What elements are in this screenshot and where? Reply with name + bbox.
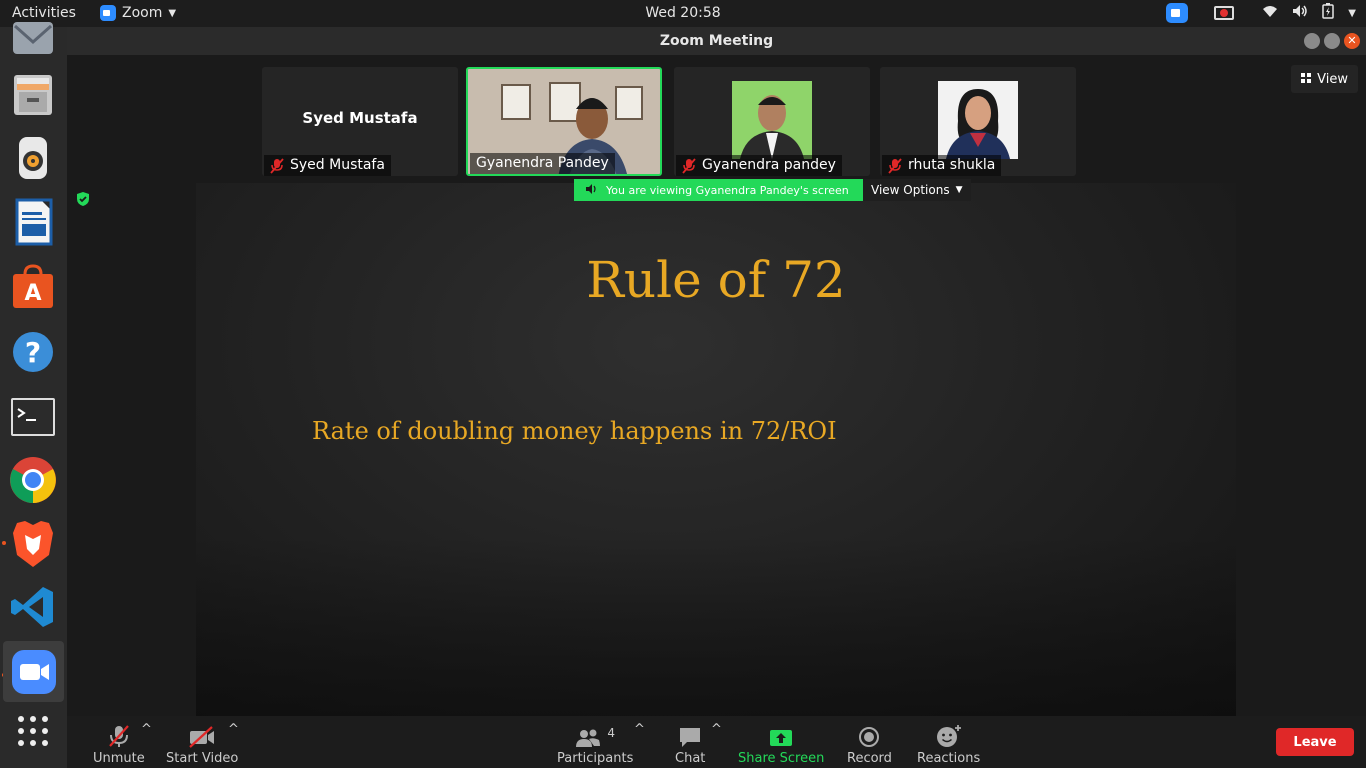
- dock-chrome-icon[interactable]: [8, 455, 58, 505]
- dock-vscode-icon[interactable]: [8, 582, 58, 632]
- meeting-area: Syed Mustafa Syed Mustafa Gyanendra Pand…: [67, 55, 1366, 716]
- grid-view-icon: [1301, 72, 1312, 87]
- security-shield-icon[interactable]: [75, 191, 91, 207]
- dock-files-icon[interactable]: [8, 70, 58, 120]
- slide-body-text: Rate of doubling money happens in 72/ROI: [312, 417, 837, 445]
- volume-icon[interactable]: [1292, 4, 1308, 22]
- participant-name-label: Gyanendra pandey: [676, 155, 842, 176]
- share-screen-label: Share Screen: [738, 751, 825, 766]
- svg-text:?: ?: [25, 336, 41, 369]
- chevron-down-icon: ▼: [168, 7, 177, 19]
- record-icon: [858, 722, 880, 748]
- participants-button[interactable]: 4 Participants: [557, 722, 633, 766]
- participant-tile[interactable]: Gyanendra pandey: [674, 67, 870, 176]
- maximize-icon[interactable]: [1324, 33, 1340, 49]
- muted-mic-icon: [270, 157, 284, 174]
- zoom-tray-icon[interactable]: [1166, 3, 1189, 23]
- chat-label: Chat: [675, 751, 706, 766]
- unmute-button[interactable]: Unmute: [93, 722, 145, 766]
- slide-title: Rule of 72: [586, 251, 846, 309]
- view-options-label: View Options: [871, 183, 950, 197]
- chat-options-chevron-icon[interactable]: ^: [711, 722, 722, 737]
- window-title-bar[interactable]: Zoom Meeting ✕: [67, 27, 1366, 55]
- speaker-icon: [586, 183, 598, 197]
- participants-label: Participants: [557, 751, 634, 766]
- screen-share-banner-text: You are viewing Gyanendra Pandey's scree…: [606, 183, 849, 197]
- chevron-down-icon: ▼: [955, 185, 963, 195]
- battery-icon[interactable]: [1322, 3, 1335, 23]
- video-options-chevron-icon[interactable]: ^: [228, 722, 239, 737]
- participant-avatar-photo: [938, 81, 1018, 159]
- dock-rhythmbox-icon[interactable]: [8, 133, 58, 183]
- close-icon[interactable]: ✕: [1344, 33, 1360, 49]
- participant-tile-active-speaker[interactable]: Gyanendra Pandey: [466, 67, 662, 176]
- view-button-label: View: [1317, 71, 1348, 87]
- participant-tile[interactable]: Syed Mustafa Syed Mustafa: [262, 67, 458, 176]
- wifi-icon[interactable]: [1262, 4, 1278, 22]
- participants-options-chevron-icon[interactable]: ^: [634, 722, 645, 737]
- view-button[interactable]: View: [1291, 65, 1358, 93]
- participant-display-name: Syed Mustafa: [302, 109, 418, 127]
- video-off-icon: [188, 722, 216, 748]
- minimize-icon[interactable]: [1304, 33, 1320, 49]
- record-button[interactable]: Record: [847, 722, 892, 766]
- dock-zoom-icon[interactable]: [3, 641, 64, 702]
- app-menu-label: Zoom: [122, 5, 163, 21]
- start-video-label: Start Video: [166, 751, 239, 766]
- app-menu[interactable]: Zoom ▼: [100, 5, 176, 21]
- dock: A ?: [0, 22, 67, 768]
- chat-button[interactable]: Chat: [675, 722, 705, 766]
- dock-terminal-icon[interactable]: [8, 392, 58, 442]
- zoom-app-icon: [100, 5, 116, 21]
- unmute-label: Unmute: [93, 751, 145, 766]
- leave-button[interactable]: Leave: [1276, 728, 1354, 756]
- participant-tile[interactable]: rhuta shukla: [880, 67, 1076, 176]
- dock-writer-icon[interactable]: [8, 197, 58, 247]
- system-tray[interactable]: ▼: [1166, 3, 1356, 23]
- screen-share-banner: You are viewing Gyanendra Pandey's scree…: [574, 179, 863, 201]
- muted-mic-icon: [108, 722, 130, 748]
- shared-screen[interactable]: Rule of 72 Rate of doubling money happen…: [196, 183, 1236, 716]
- muted-mic-icon: [682, 157, 696, 174]
- dock-brave-icon[interactable]: [8, 519, 58, 569]
- dock-software-center-icon[interactable]: A: [8, 262, 58, 312]
- view-options-button[interactable]: View Options ▼: [863, 179, 971, 201]
- participant-name: Gyanendra pandey: [702, 157, 836, 173]
- reactions-label: Reactions: [917, 751, 981, 766]
- window-title: Zoom Meeting: [659, 33, 774, 49]
- dock-help-icon[interactable]: ?: [8, 327, 58, 377]
- dock-mail-icon[interactable]: [8, 13, 58, 63]
- participant-name-label: rhuta shukla: [882, 155, 1002, 176]
- share-screen-button[interactable]: Share Screen: [738, 722, 824, 766]
- participant-name: rhuta shukla: [908, 157, 996, 173]
- screen-record-icon[interactable]: [1214, 6, 1235, 20]
- audio-options-chevron-icon[interactable]: ^: [141, 722, 152, 737]
- reactions-icon: [936, 722, 962, 748]
- clock[interactable]: Wed 20:58: [645, 5, 720, 21]
- reactions-button[interactable]: Reactions: [917, 722, 980, 766]
- show-applications-icon[interactable]: [8, 706, 58, 756]
- system-menu-chevron-icon[interactable]: ▼: [1348, 8, 1356, 19]
- participant-name: Syed Mustafa: [290, 157, 385, 173]
- muted-mic-icon: [888, 157, 902, 174]
- system-top-bar: Activities Zoom ▼ Wed 20:58 ▼: [0, 0, 1366, 27]
- record-label: Record: [847, 751, 892, 766]
- meeting-toolbar: Unmute ^ Start Video ^ 4 Participants ^ …: [67, 716, 1366, 768]
- clock-container: Wed 20:58: [0, 5, 1366, 21]
- participant-name-label: Syed Mustafa: [264, 155, 391, 176]
- participants-icon: 4: [575, 722, 615, 748]
- participant-avatar-photo: [732, 81, 812, 159]
- participant-name: Gyanendra Pandey: [476, 155, 609, 171]
- participants-count: 4: [607, 726, 615, 740]
- svg-text:A: A: [24, 281, 41, 306]
- share-screen-icon: [769, 722, 793, 748]
- running-indicator: [2, 541, 6, 545]
- chat-icon: [678, 722, 702, 748]
- participant-name-label: Gyanendra Pandey: [470, 153, 615, 174]
